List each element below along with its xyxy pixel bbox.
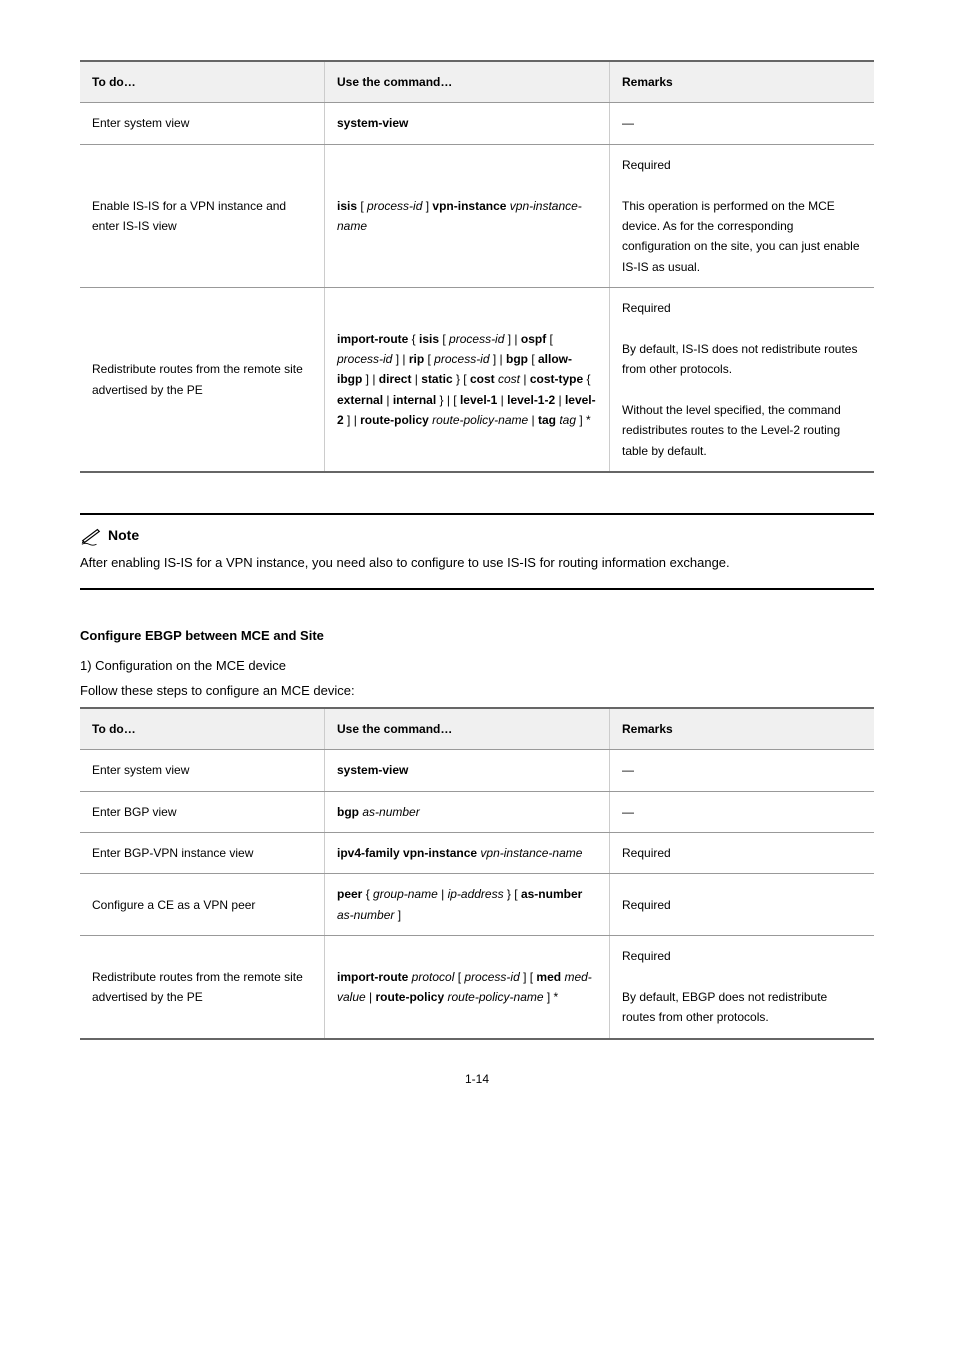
table-row: Enable IS-IS for a VPN instance and ente… <box>80 144 874 287</box>
section-sub1: 1) Configuration on the MCE device <box>80 656 874 676</box>
table-row: Enter system view system-view — <box>80 750 874 791</box>
table-header: Use the command… <box>325 708 610 750</box>
cell-desc: Enter system view <box>80 103 325 144</box>
table-row: Redistribute routes from the remote site… <box>80 936 874 1039</box>
cell-cmd: isis [ process-id ] vpn-instance vpn-ins… <box>325 144 610 287</box>
cell-desc: Enable IS-IS for a VPN instance and ente… <box>80 144 325 287</box>
cell-remarks: — <box>610 103 875 144</box>
cell-cmd: system-view <box>325 750 610 791</box>
cell-cmd: ipv4-family vpn-instance vpn-instance-na… <box>325 833 610 874</box>
cell-cmd: import-route { isis [ process-id ] | osp… <box>325 288 610 473</box>
note-block: Note After enabling IS-IS for a VPN inst… <box>80 513 874 590</box>
cell-desc: Redistribute routes from the remote site… <box>80 288 325 473</box>
cell-remarks: — <box>610 791 875 832</box>
cell-remarks: RequiredBy default, EBGP does not redist… <box>610 936 875 1039</box>
table-row: Enter BGP view bgp as-number — <box>80 791 874 832</box>
table-header: Remarks <box>610 61 875 103</box>
table-isis-config: To do… Use the command… Remarks Enter sy… <box>80 60 874 473</box>
cell-remarks: RequiredBy default, IS-IS does not redis… <box>610 288 875 473</box>
table-header: Remarks <box>610 708 875 750</box>
cell-remarks: Required <box>610 833 875 874</box>
cell-cmd: import-route protocol [ process-id ] [ m… <box>325 936 610 1039</box>
cell-desc: Enter system view <box>80 750 325 791</box>
cell-desc: Redistribute routes from the remote site… <box>80 936 325 1039</box>
table-row: Enter system view system-view — <box>80 103 874 144</box>
table-header: To do… <box>80 61 325 103</box>
table-header: Use the command… <box>325 61 610 103</box>
note-text: After enabling IS-IS for a VPN instance,… <box>80 552 874 574</box>
table-header: To do… <box>80 708 325 750</box>
cell-cmd: peer { group-name | ip-address } [ as-nu… <box>325 874 610 936</box>
cell-cmd: bgp as-number <box>325 791 610 832</box>
table-ebgp-config: To do… Use the command… Remarks Enter sy… <box>80 707 874 1040</box>
table-row: Enter BGP-VPN instance view ipv4-family … <box>80 833 874 874</box>
section-heading: Configure EBGP between MCE and Site <box>80 626 874 646</box>
table-row: Redistribute routes from the remote site… <box>80 288 874 473</box>
note-label: Note <box>108 525 139 546</box>
note-icon <box>80 526 102 546</box>
section-sub2: Follow these steps to configure an MCE d… <box>80 681 874 701</box>
cell-cmd: system-view <box>325 103 610 144</box>
table-row: Configure a CE as a VPN peer peer { grou… <box>80 874 874 936</box>
cell-remarks: — <box>610 750 875 791</box>
page-number: 1-14 <box>80 1070 874 1088</box>
note-heading: Note <box>80 525 874 546</box>
cell-desc: Enter BGP view <box>80 791 325 832</box>
cell-remarks: RequiredThis operation is performed on t… <box>610 144 875 287</box>
cell-desc: Enter BGP-VPN instance view <box>80 833 325 874</box>
cell-desc: Configure a CE as a VPN peer <box>80 874 325 936</box>
cell-remarks: Required <box>610 874 875 936</box>
